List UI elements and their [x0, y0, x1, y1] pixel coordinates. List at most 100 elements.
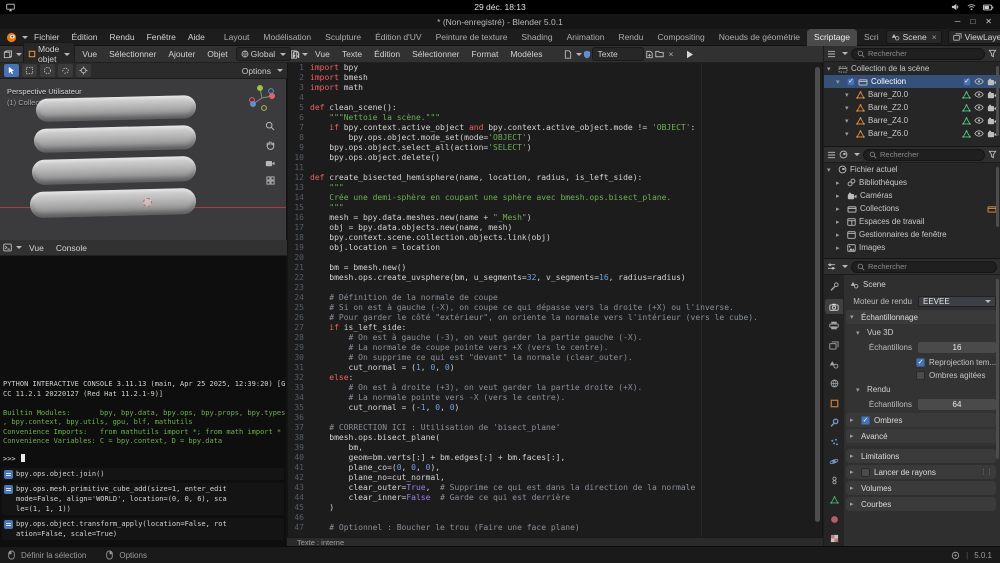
exclude-checkbox[interactable]: ✓: [963, 78, 971, 86]
outliner-display-mode-icon[interactable]: [827, 151, 836, 159]
battery-icon[interactable]: [983, 4, 994, 11]
properties-editor-icon[interactable]: [827, 262, 836, 271]
properties-tab-object-data[interactable]: [825, 493, 843, 507]
scene-selector[interactable]: Scene ×: [886, 30, 942, 44]
bar-mesh-4[interactable]: [30, 188, 197, 218]
grid-toggle-icon[interactable]: [266, 176, 275, 185]
network-icon[interactable]: [967, 3, 976, 11]
workspace-tab-noeuds-de-geometrie[interactable]: Noeuds de géométrie: [712, 29, 807, 46]
blend-file-row-fichier-actuel[interactable]: ▾Fichier actuel: [824, 163, 1000, 176]
clamping-panel-header[interactable]: ▸Limitations: [846, 449, 996, 463]
breadcrumb-scene[interactable]: Scene: [863, 280, 886, 289]
properties-tab-constraints[interactable]: [825, 474, 843, 488]
select-box-tool-button[interactable]: [22, 64, 37, 77]
chevron-right-icon[interactable]: ▸: [836, 231, 844, 239]
console-log-entry[interactable]: bpy.ops.object.join(): [2, 468, 284, 480]
blender-logo-icon[interactable]: [6, 32, 17, 43]
zoom-icon[interactable]: [265, 121, 275, 131]
properties-tab-view-layer[interactable]: [825, 338, 843, 352]
outliner-row-barre-z4-0[interactable]: ▾Barre_Z4.0: [824, 114, 1000, 127]
temporal-reprojection-checkbox[interactable]: ✓: [916, 358, 925, 367]
text-menu-modeles[interactable]: Modèles: [504, 47, 548, 61]
outliner-row-barre-z2-0[interactable]: ▾Barre_Z2.0: [824, 101, 1000, 114]
console-menu-console[interactable]: Console: [50, 241, 93, 255]
mesh-data-icon[interactable]: [962, 117, 971, 125]
text-datablock-browse-icon[interactable]: [564, 50, 572, 59]
select-circle-tool-button[interactable]: [40, 64, 55, 77]
chevron-right-icon[interactable]: ▸: [836, 179, 844, 187]
blend-file-row-images[interactable]: ▸Images: [824, 241, 1000, 254]
advanced-panel-header[interactable]: ▸Avancé: [846, 429, 996, 443]
volume-icon[interactable]: [951, 3, 960, 11]
editor-type-chevron-icon[interactable]: [842, 265, 848, 268]
text-name-field[interactable]: Texte: [592, 47, 644, 61]
console-log-entry[interactable]: bpy.ops.object.transform_apply(location=…: [2, 518, 284, 540]
navigation-gizmo[interactable]: [248, 84, 276, 112]
workspace-tab-animation[interactable]: Animation: [560, 29, 612, 46]
properties-tab-texture[interactable]: [825, 532, 843, 546]
blender-file-icon[interactable]: [839, 150, 848, 159]
viewlayer-selector[interactable]: ViewLayer ×: [948, 30, 1000, 44]
viewport-menu-selectionner[interactable]: Sélectionner: [103, 47, 162, 61]
text-menu-selectionner[interactable]: Sélectionner: [406, 47, 465, 61]
cursor-tool-button[interactable]: [76, 64, 91, 77]
menu-aide[interactable]: Aide: [182, 30, 211, 44]
eye-icon[interactable]: [974, 130, 984, 137]
editor-type-3d-icon[interactable]: [3, 50, 12, 59]
display-mode-chevron-icon[interactable]: [842, 52, 848, 55]
jittered-shadows-row[interactable]: Ombres agitées: [916, 369, 996, 381]
camera-view-icon[interactable]: [265, 159, 275, 167]
unlink-scene-icon[interactable]: ×: [930, 32, 937, 42]
shadows-checkbox[interactable]: ✓: [861, 416, 870, 425]
chevron-down-icon[interactable]: ▾: [845, 91, 853, 99]
properties-tab-render[interactable]: [825, 299, 843, 313]
workspace-tab-rendu[interactable]: Rendu: [611, 29, 650, 46]
console-menu-vue[interactable]: Vue: [23, 241, 50, 255]
render-subpanel-header[interactable]: ▾Rendu: [846, 383, 996, 396]
render-engine-select[interactable]: EEVEE: [918, 296, 996, 307]
python-console[interactable]: PYTHON INTERACTIVE CONSOLE 3.11.13 (main…: [0, 256, 287, 546]
outliner-row-barre-z0-0[interactable]: ▾Barre_Z0.0: [824, 88, 1000, 101]
eye-icon[interactable]: [974, 104, 984, 111]
bar-mesh-1[interactable]: [36, 95, 197, 122]
editor-type-chevron-icon[interactable]: [302, 53, 308, 56]
menu-fenetre[interactable]: Fenêtre: [141, 30, 182, 44]
chevron-down-icon[interactable]: ▾: [845, 104, 853, 112]
workspace-tab-edition-d-uv[interactable]: Édition d'UV: [368, 29, 429, 46]
text-menu-edition[interactable]: Édition: [368, 47, 406, 61]
code-editor[interactable]: 1import bpy2import bmesh3import math45de…: [287, 63, 823, 537]
transform-orientation-select[interactable]: Global: [236, 47, 292, 61]
outliner-search-input[interactable]: Rechercher: [851, 48, 985, 60]
chevron-right-icon[interactable]: ▸: [836, 192, 844, 200]
run-script-icon[interactable]: [686, 50, 694, 59]
properties-tab-modifiers[interactable]: [825, 416, 843, 430]
outliner-row-collection-de-la-scene[interactable]: ▾Collection de la scène: [824, 62, 1000, 75]
blend-file-search-input[interactable]: Rechercher: [863, 149, 985, 161]
mesh-data-icon[interactable]: [962, 91, 971, 99]
workspace-tab-modelisation[interactable]: Modélisation: [256, 29, 318, 46]
properties-tab-physics[interactable]: [825, 454, 843, 468]
editor-type-chevron-icon[interactable]: [16, 53, 22, 56]
temporal-reprojection-row[interactable]: ✓ Reprojection tem...: [916, 356, 996, 368]
shadows-panel-header[interactable]: ▸✓Ombres: [846, 413, 996, 427]
tweak-tool-button[interactable]: [4, 64, 19, 77]
display-mode-chevron-icon[interactable]: [854, 153, 860, 156]
viewport-samples-field[interactable]: 16: [918, 342, 996, 353]
workspace-tab-shading[interactable]: Shading: [514, 29, 559, 46]
properties-tab-object[interactable]: [825, 396, 843, 410]
unlink-text-icon[interactable]: ×: [665, 49, 676, 59]
editor-type-chevron-icon[interactable]: [16, 246, 22, 249]
curves-panel-header[interactable]: ▸Courbes: [846, 497, 996, 511]
workspace-tab-sculpture[interactable]: Sculpture: [318, 29, 368, 46]
chevron-right-icon[interactable]: ▸: [836, 218, 844, 226]
bar-mesh-2[interactable]: [34, 125, 197, 153]
raytracing-checkbox[interactable]: [861, 468, 870, 477]
pan-hand-icon[interactable]: [266, 140, 275, 150]
outliner-display-mode-icon[interactable]: [827, 50, 836, 58]
properties-tab-world[interactable]: [825, 377, 843, 391]
outliner-row-collection[interactable]: ▾✓Collection✓: [824, 75, 1000, 88]
blend-file-row-espaces-de-travail[interactable]: ▸Espaces de travail: [824, 215, 1000, 228]
chevron-right-icon[interactable]: ▸: [836, 205, 844, 213]
workspace-tab-peinture-de-texture[interactable]: Peinture de texture: [429, 29, 515, 46]
jittered-shadows-checkbox[interactable]: [916, 371, 925, 380]
